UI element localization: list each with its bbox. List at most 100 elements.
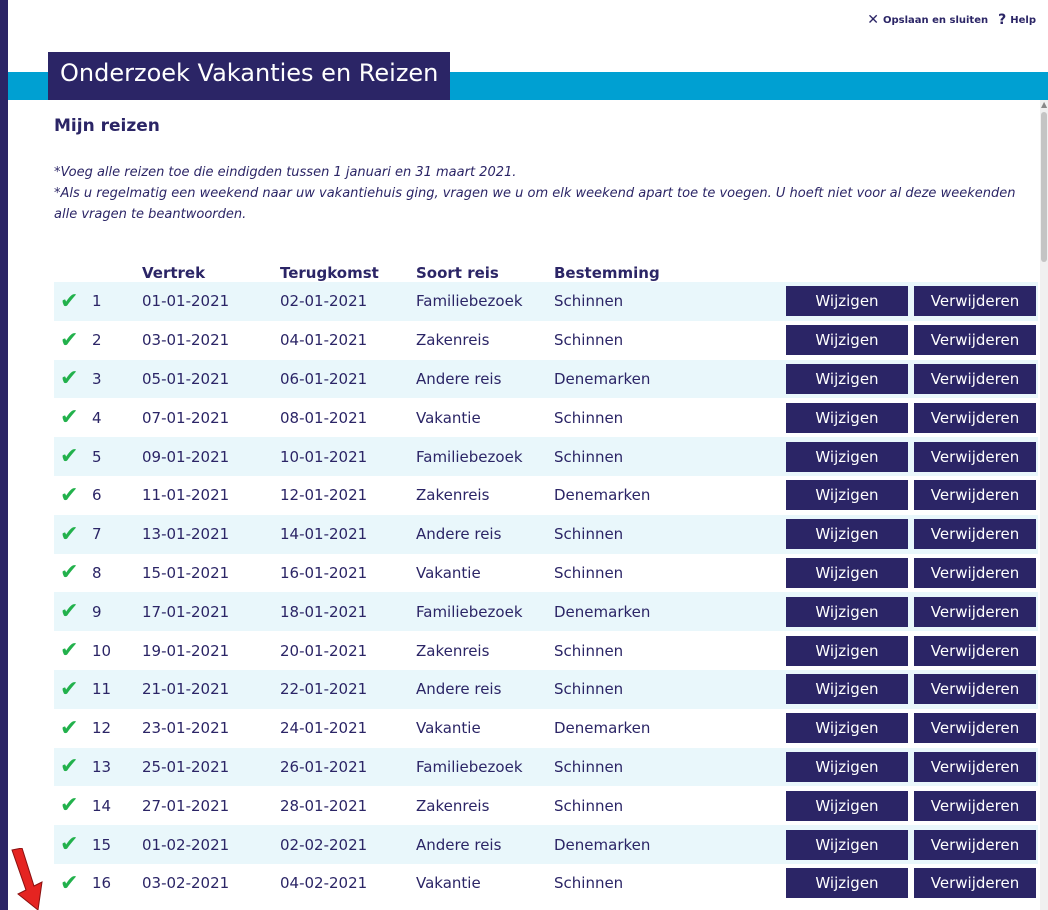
destination: Schinnen bbox=[554, 447, 624, 466]
delete-button[interactable]: Verwijderen bbox=[914, 557, 1036, 588]
trip-type: Familiebezoek bbox=[416, 447, 523, 466]
help-link[interactable]: ? Help bbox=[998, 12, 1036, 28]
check-icon: ✔ bbox=[60, 560, 79, 586]
departure-date: 19-01-2021 bbox=[142, 641, 230, 660]
departure-date: 13-01-2021 bbox=[142, 525, 230, 544]
table-row: ✔ 16 03-02-2021 04-02-2021 Vakantie Schinnen W… bbox=[54, 864, 1038, 903]
edit-button[interactable]: Wijzigen bbox=[786, 480, 908, 511]
delete-button[interactable]: Verwijderen bbox=[914, 596, 1036, 627]
table-row: ✔ 5 09-01-2021 10-01-2021 Familiebezoek Schin… bbox=[54, 437, 1038, 476]
delete-button[interactable]: Verwijderen bbox=[914, 635, 1036, 666]
row-number: 10 bbox=[92, 641, 112, 660]
departure-date: 03-02-2021 bbox=[142, 874, 230, 893]
edit-button[interactable]: Wijzigen bbox=[786, 402, 908, 433]
destination: Denemarken bbox=[554, 369, 651, 388]
row-number: 12 bbox=[92, 719, 112, 738]
trip-type: Familiebezoek bbox=[416, 292, 523, 311]
departure-date: 27-01-2021 bbox=[142, 796, 230, 815]
check-icon: ✔ bbox=[60, 715, 79, 741]
delete-button[interactable]: Verwijderen bbox=[914, 829, 1036, 860]
row-number: 15 bbox=[92, 835, 112, 854]
edit-button[interactable]: Wijzigen bbox=[786, 790, 908, 821]
return-date: 14-01-2021 bbox=[280, 525, 368, 544]
edit-button[interactable]: Wijzigen bbox=[786, 674, 908, 705]
edit-button[interactable]: Wijzigen bbox=[786, 868, 908, 899]
trips-table: Vertrek Terugkomst Soort reis Bestemming… bbox=[54, 256, 1038, 903]
check-icon: ✔ bbox=[60, 793, 79, 819]
delete-button[interactable]: Verwijderen bbox=[914, 751, 1036, 782]
departure-date: 05-01-2021 bbox=[142, 369, 230, 388]
delete-button[interactable]: Verwijderen bbox=[914, 868, 1036, 899]
delete-button[interactable]: Verwijderen bbox=[914, 363, 1036, 394]
delete-button[interactable]: Verwijderen bbox=[914, 441, 1036, 472]
return-date: 28-01-2021 bbox=[280, 796, 368, 815]
table-row: ✔ 1 01-01-2021 02-01-2021 Familiebezoek Schin… bbox=[54, 282, 1038, 321]
check-icon: ✔ bbox=[60, 444, 79, 470]
destination: Denemarken bbox=[554, 486, 651, 505]
destination: Schinnen bbox=[554, 525, 624, 544]
delete-button[interactable]: Verwijderen bbox=[914, 402, 1036, 433]
edit-button[interactable]: Wijzigen bbox=[786, 713, 908, 744]
delete-button[interactable]: Verwijderen bbox=[914, 325, 1036, 356]
scroll-up-icon[interactable]: ▲ bbox=[1041, 100, 1047, 109]
instruction-notes: *Voeg alle reizen toe die eindigden tuss… bbox=[54, 162, 1024, 225]
delete-button[interactable]: Verwijderen bbox=[914, 713, 1036, 744]
save-and-close-label: Opslaan en sluiten bbox=[882, 14, 989, 26]
edit-button[interactable]: Wijzigen bbox=[786, 363, 908, 394]
return-date: 04-02-2021 bbox=[280, 874, 368, 893]
destination: Schinnen bbox=[554, 292, 624, 311]
edit-button[interactable]: Wijzigen bbox=[786, 441, 908, 472]
row-number: 2 bbox=[92, 331, 102, 350]
save-and-close-link[interactable]: ✕ Opslaan en sluiten bbox=[867, 12, 988, 28]
destination: Denemarken bbox=[554, 719, 651, 738]
row-number: 1 bbox=[92, 292, 102, 311]
note-line-2: *Als u regelmatig een weekend naar uw va… bbox=[54, 186, 1016, 222]
check-icon: ✔ bbox=[60, 676, 79, 702]
delete-button[interactable]: Verwijderen bbox=[914, 286, 1036, 317]
vertical-scrollbar[interactable]: ▲ bbox=[1040, 100, 1048, 910]
edit-button[interactable]: Wijzigen bbox=[786, 829, 908, 860]
header-trip-type: Soort reis bbox=[416, 264, 499, 282]
row-number: 7 bbox=[92, 525, 102, 544]
check-icon: ✔ bbox=[60, 521, 79, 547]
scrollbar-thumb[interactable] bbox=[1041, 112, 1047, 262]
edit-button[interactable]: Wijzigen bbox=[786, 286, 908, 317]
return-date: 08-01-2021 bbox=[280, 408, 368, 427]
check-icon: ✔ bbox=[60, 832, 79, 858]
table-row: ✔ 2 03-01-2021 04-01-2021 Zakenreis Schinnen W… bbox=[54, 321, 1038, 360]
edit-button[interactable]: Wijzigen bbox=[786, 596, 908, 627]
header-return: Terugkomst bbox=[280, 264, 379, 282]
question-icon: ? bbox=[998, 12, 1007, 28]
check-icon: ✔ bbox=[60, 599, 79, 625]
return-date: 10-01-2021 bbox=[280, 447, 368, 466]
return-date: 02-02-2021 bbox=[280, 835, 368, 854]
check-icon: ✔ bbox=[60, 288, 79, 314]
destination: Schinnen bbox=[554, 408, 624, 427]
trip-type: Zakenreis bbox=[416, 641, 490, 660]
departure-date: 23-01-2021 bbox=[142, 719, 230, 738]
page-header-title: Onderzoek Vakanties en Reizen bbox=[48, 52, 451, 100]
trip-type: Vakantie bbox=[416, 563, 481, 582]
delete-button[interactable]: Verwijderen bbox=[914, 480, 1036, 511]
destination: Denemarken bbox=[554, 835, 651, 854]
edit-button[interactable]: Wijzigen bbox=[786, 635, 908, 666]
trip-type: Andere reis bbox=[416, 680, 502, 699]
destination: Schinnen bbox=[554, 757, 624, 776]
edit-button[interactable]: Wijzigen bbox=[786, 325, 908, 356]
delete-button[interactable]: Verwijderen bbox=[914, 674, 1036, 705]
delete-button[interactable]: Verwijderen bbox=[914, 519, 1036, 550]
edit-button[interactable]: Wijzigen bbox=[786, 751, 908, 782]
return-date: 04-01-2021 bbox=[280, 331, 368, 350]
return-date: 18-01-2021 bbox=[280, 602, 368, 621]
row-number: 11 bbox=[92, 680, 112, 699]
trip-type: Andere reis bbox=[416, 369, 502, 388]
departure-date: 07-01-2021 bbox=[142, 408, 230, 427]
departure-date: 01-02-2021 bbox=[142, 835, 230, 854]
trip-type: Familiebezoek bbox=[416, 757, 523, 776]
edit-button[interactable]: Wijzigen bbox=[786, 519, 908, 550]
delete-button[interactable]: Verwijderen bbox=[914, 790, 1036, 821]
departure-date: 25-01-2021 bbox=[142, 757, 230, 776]
edit-button[interactable]: Wijzigen bbox=[786, 557, 908, 588]
trip-type: Vakantie bbox=[416, 408, 481, 427]
check-icon: ✔ bbox=[60, 327, 79, 353]
